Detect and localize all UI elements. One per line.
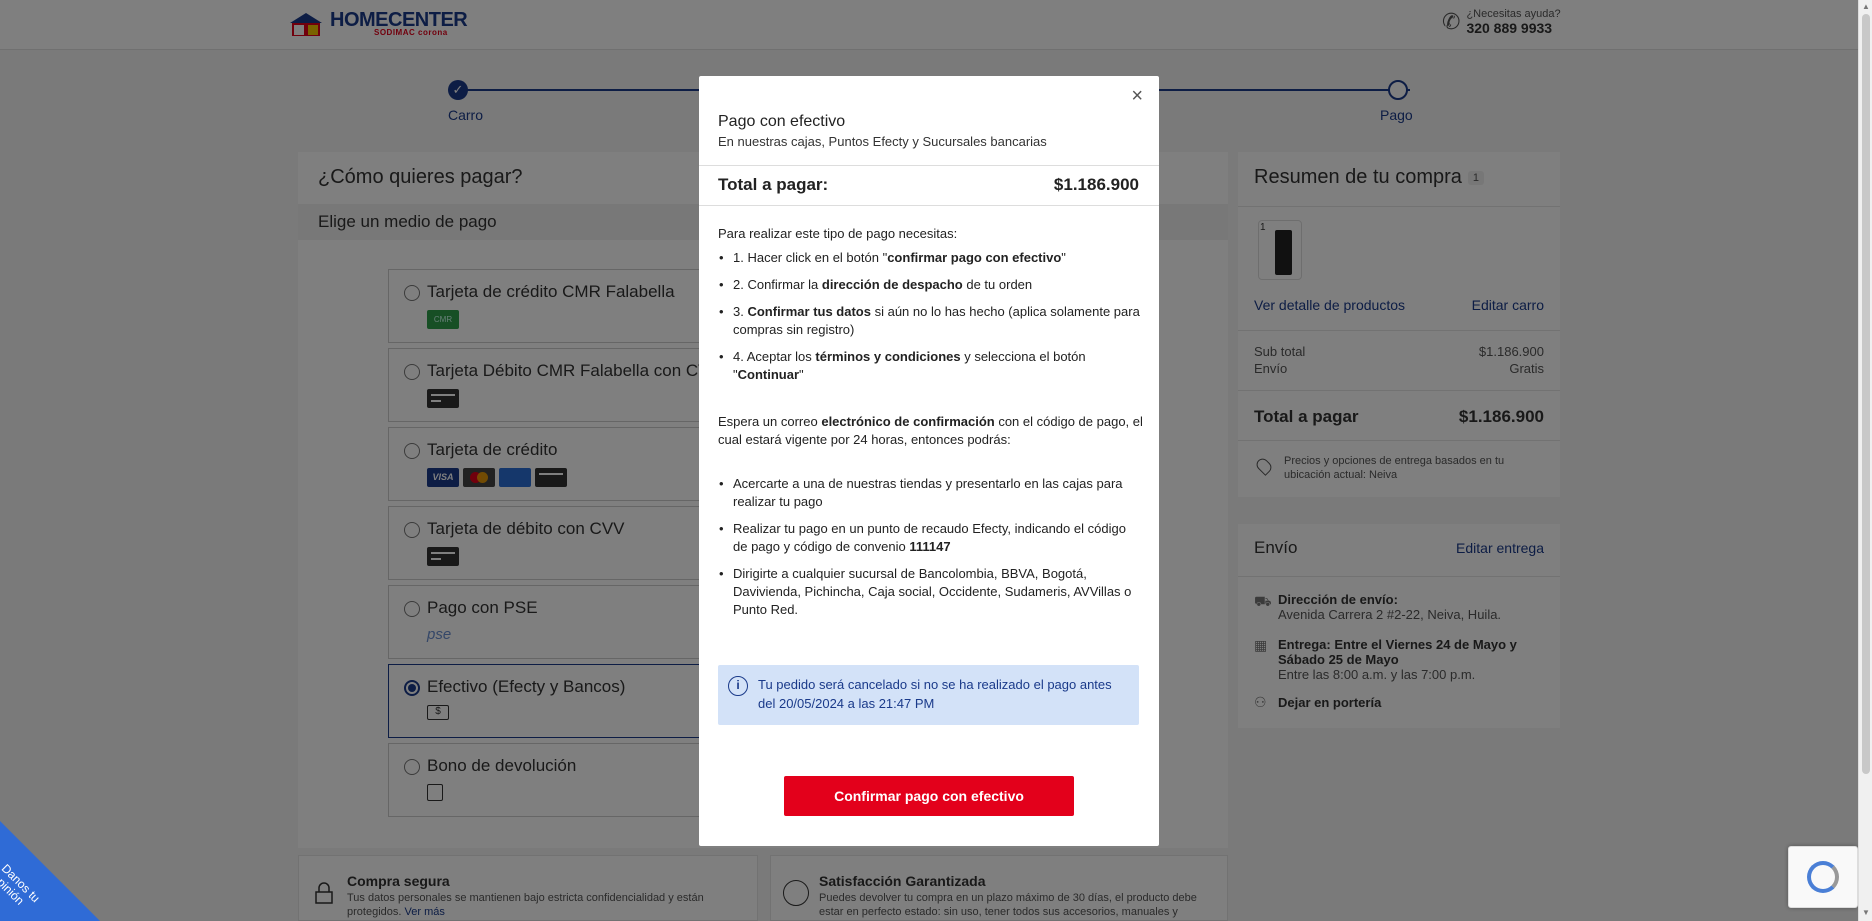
info-icon: i [728, 676, 748, 696]
steps-list: 1. Hacer click en el botón "confirmar pa… [718, 249, 1143, 384]
scroll-down-arrow-icon[interactable]: ▼ [1861, 908, 1871, 918]
list-item: Realizar tu pago en un punto de recaudo … [718, 520, 1143, 556]
modal-instructions: Para realizar este tipo de pago necesita… [718, 225, 1143, 628]
close-icon[interactable]: × [1131, 86, 1143, 106]
instructions-intro: Para realizar este tipo de pago necesita… [718, 226, 958, 241]
modal-title: Pago con efectivo [718, 113, 846, 130]
confirm-cash-payment-button[interactable]: Confirmar pago con efectivo [784, 776, 1074, 816]
list-item: 1. Hacer click en el botón "confirmar pa… [718, 249, 1143, 267]
page-scrollbar[interactable]: ▲ ▼ [1858, 0, 1872, 921]
recaptcha-icon [1807, 861, 1839, 893]
list-item: 4. Aceptar los términos y condiciones y … [718, 348, 1143, 384]
list-item: Acercarte a una de nuestras tiendas y pr… [718, 475, 1143, 511]
scrollbar-thumb[interactable] [1862, 14, 1870, 774]
email-note: Espera un correo electrónico de confirma… [718, 414, 1143, 447]
list-item: Dirigirte a cualquier sucursal de Bancol… [718, 565, 1143, 619]
options-list: Acercarte a una de nuestras tiendas y pr… [718, 475, 1143, 619]
list-item: 3. Confirmar tus datos si aún no lo has … [718, 303, 1143, 339]
modal-subtitle: En nuestras cajas, Puntos Efecty y Sucur… [718, 134, 1047, 149]
cancellation-alert: i Tu pedido será cancelado si no se ha r… [718, 665, 1139, 725]
divider [699, 165, 1159, 166]
divider [699, 205, 1159, 206]
recaptcha-badge[interactable] [1788, 846, 1858, 908]
checkout-page: HOMECENTER SODIMAC corona ✆ ¿Necesitas a… [0, 0, 1872, 921]
list-item: 2. Confirmar la dirección de despacho de… [718, 276, 1143, 294]
scroll-up-arrow-icon[interactable]: ▲ [1861, 2, 1871, 12]
modal-total-row: Total a pagar: $1.186.900 [718, 175, 1139, 194]
cash-payment-modal: × Pago con efectivo En nuestras cajas, P… [699, 76, 1159, 846]
alert-text: Tu pedido será cancelado si no se ha rea… [758, 677, 1112, 711]
